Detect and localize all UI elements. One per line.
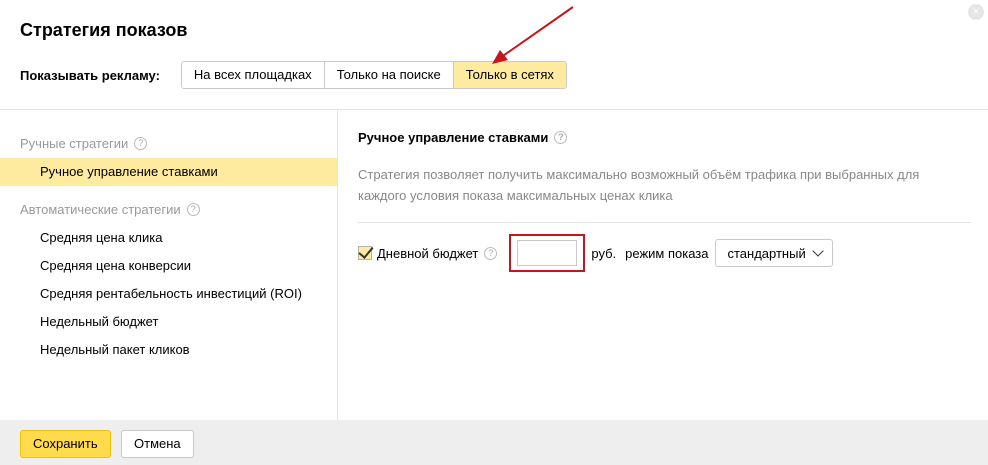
sidebar-item-avg-cpc[interactable]: Средняя цена клика [0,224,337,252]
display-mode-label: режим показа [625,245,709,261]
daily-budget-input[interactable] [517,240,578,266]
help-icon[interactable]: ? [484,246,498,260]
strategy-title-text: Ручное управление ставками [358,130,549,145]
sidebar-item-weekly-clicks[interactable]: Недельный пакет кликов [0,336,337,364]
help-icon[interactable]: ? [554,131,568,144]
dialog-footer: Сохранить Отмена [0,420,988,465]
divider [358,222,971,223]
daily-budget-label: Дневной бюджет [377,245,479,261]
sidebar-item-avg-cpa[interactable]: Средняя цена конверсии [0,252,337,280]
save-button[interactable]: Сохранить [20,430,111,458]
divider [0,109,988,110]
show-all-platforms-button[interactable]: На всех площадках [181,62,325,88]
sidebar-item-weekly-budget[interactable]: Недельный бюджет [0,308,337,336]
cancel-button[interactable]: Отмена [121,430,194,458]
show-ads-switch: На всех площадках Только на поиске Тольк… [180,61,567,89]
show-networks-only-button[interactable]: Только в сетях [453,62,566,88]
show-search-only-button[interactable]: Только на поиске [324,62,454,88]
show-ads-row: Показывать рекламу: На всех площадках То… [20,61,567,89]
auto-strategies-label: Автоматические стратегии [20,202,181,217]
daily-budget-row: Дневной бюджет ? руб. режим показа станд… [358,234,833,272]
daily-budget-checkbox[interactable] [358,246,372,260]
manual-strategies-label: Ручные стратегии [20,136,129,151]
currency-label: руб. [591,245,617,261]
close-icon[interactable]: × [968,4,984,20]
strategy-title: Ручное управление ставками ? [358,130,568,145]
strategy-description: Стратегия позволяет получить максимально… [358,167,920,203]
manual-strategies-group: Ручные стратегии ? [20,136,148,151]
chevron-down-icon [812,245,824,257]
sidebar-item-avg-roi[interactable]: Средняя рентабельность инвестиций (ROI) [0,280,337,308]
divider-vertical [337,110,338,420]
display-mode-value: стандартный [727,245,806,261]
auto-strategies-group: Автоматические стратегии ? [20,202,200,217]
display-mode-select[interactable]: стандартный [714,239,833,267]
show-ads-label: Показывать рекламу: [20,67,160,83]
sidebar-item-manual-bids[interactable]: Ручное управление ставками [0,158,337,186]
dialog-title: Стратегия показов [20,20,188,40]
daily-budget-highlight [509,234,586,272]
help-icon[interactable]: ? [186,203,200,216]
help-icon[interactable]: ? [134,137,148,150]
